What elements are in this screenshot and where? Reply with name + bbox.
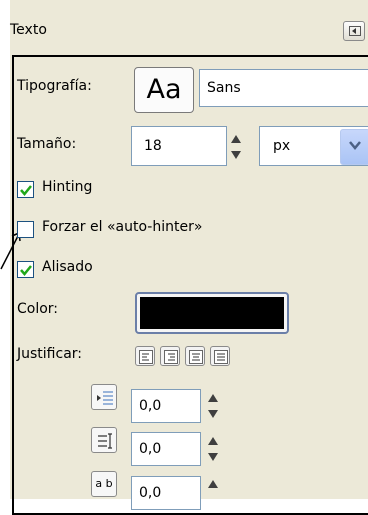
panel-title: Texto: [10, 22, 47, 38]
spin-arrows-icon[interactable]: [230, 133, 242, 161]
autohinter-label: Forzar el «auto-hinter»: [42, 219, 203, 235]
align-left-icon: [139, 350, 153, 364]
justify-center-button[interactable]: [185, 346, 205, 366]
font-picker-button[interactable]: Aa: [134, 67, 194, 113]
hinting-label: Hinting: [42, 179, 93, 195]
line-spacing-button[interactable]: [91, 427, 117, 453]
justify-fill-button[interactable]: [210, 346, 230, 366]
checkmark-icon: [20, 185, 32, 196]
color-swatch: [140, 297, 284, 329]
antialias-checkbox[interactable]: [17, 261, 34, 278]
font-name-input[interactable]: Sans: [199, 69, 368, 107]
unit-value: px: [273, 138, 291, 154]
chevron-down-icon: [349, 141, 361, 150]
color-button[interactable]: [135, 292, 289, 334]
spin-arrows-icon[interactable]: [207, 435, 219, 463]
panel-menu-icon: [349, 26, 361, 36]
hinting-checkbox[interactable]: [17, 181, 34, 198]
justify-left-button[interactable]: [135, 346, 155, 366]
indent-input[interactable]: 0,0: [131, 389, 201, 423]
unit-dropdown-button[interactable]: [340, 129, 368, 165]
letter-spacing-button[interactable]: a b: [91, 471, 117, 497]
indent-icon: [97, 391, 113, 405]
justify-label: Justificar:: [17, 346, 82, 362]
line-spacing-input[interactable]: 0,0: [131, 432, 201, 466]
align-right-icon: [164, 350, 178, 364]
color-label: Color:: [17, 301, 59, 317]
spin-arrows-icon[interactable]: [207, 392, 219, 420]
justify-right-button[interactable]: [160, 346, 180, 366]
align-center-icon: [189, 350, 203, 364]
size-input[interactable]: 18: [131, 126, 227, 166]
antialias-label: Alisado: [42, 259, 93, 275]
line-spacing-icon: [98, 433, 112, 449]
indent-button[interactable]: [91, 384, 117, 410]
spin-arrows-icon[interactable]: [207, 478, 219, 506]
align-fill-icon: [214, 350, 228, 364]
font-label: Tipografía:: [17, 78, 92, 94]
size-label: Tamaño:: [17, 136, 77, 152]
letter-spacing-input[interactable]: 0,0: [131, 476, 201, 510]
panel-menu-button[interactable]: [343, 21, 365, 41]
unit-select[interactable]: px: [259, 126, 368, 166]
autohinter-checkbox[interactable]: [17, 221, 34, 238]
checkmark-icon: [20, 265, 32, 276]
